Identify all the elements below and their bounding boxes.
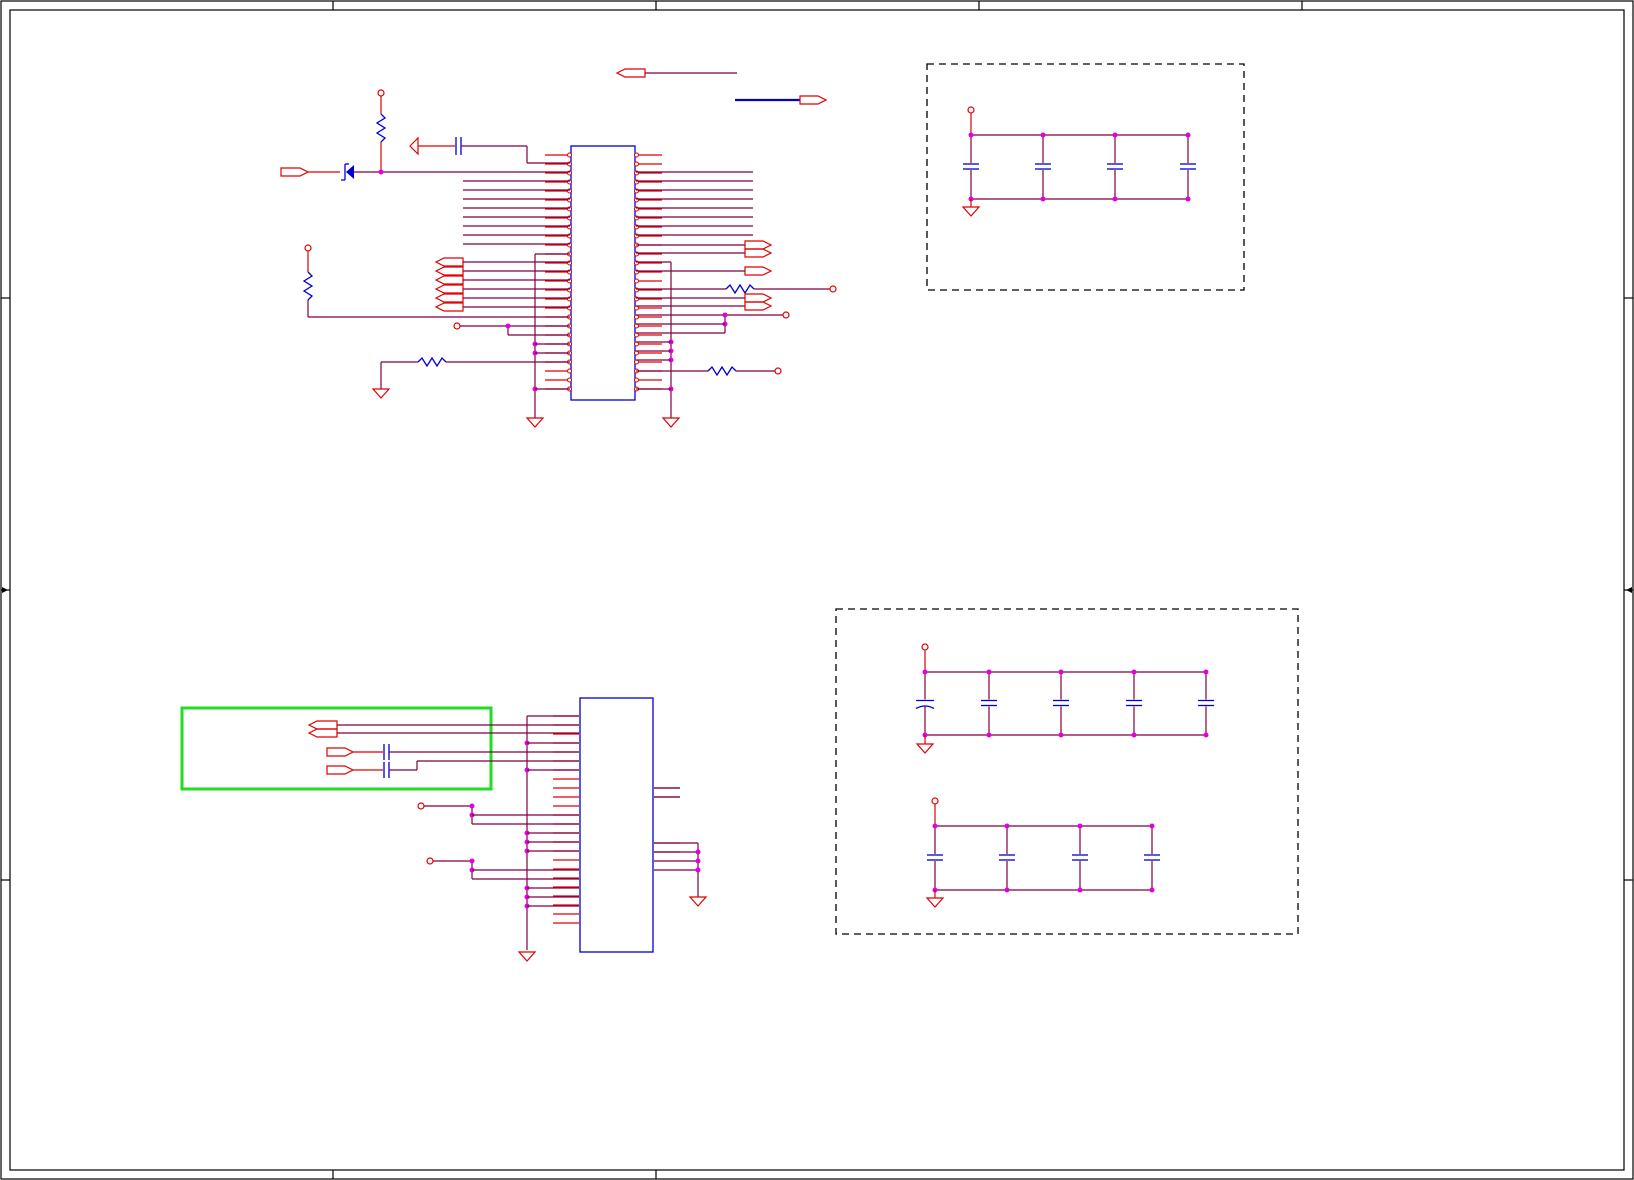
port-right-1 (744, 240, 773, 250)
schematic-sheet (0, 0, 1634, 1180)
resistor-icon (375, 113, 387, 143)
junction-dot (986, 732, 992, 738)
junction-dot (1058, 669, 1064, 675)
diode-icon (341, 163, 354, 181)
ground-icon-7 (915, 743, 935, 754)
ground-icon-4 (961, 206, 981, 217)
port-right-2 (744, 266, 773, 276)
upper-ic-pins (545, 152, 662, 392)
junction-dot (1149, 823, 1155, 829)
junction-dot (968, 132, 974, 138)
junction-dot (1203, 732, 1209, 738)
junction-dot (1149, 887, 1155, 893)
port-left-stack (434, 284, 464, 294)
junction-dot (1131, 732, 1137, 738)
junction-dot (1040, 132, 1046, 138)
resistor-icon-5 (707, 365, 737, 377)
junction-dot (1040, 196, 1046, 202)
resistor-icon-4 (725, 283, 755, 295)
junction-dot (922, 669, 928, 675)
lower-connector (180, 697, 708, 962)
junction-dot (1185, 132, 1191, 138)
upper-right-wiring (636, 171, 837, 428)
port-lower-1 (307, 720, 338, 730)
upper-left-wiring (280, 68, 828, 428)
junction-dot (1077, 823, 1083, 829)
port-top-2 (799, 95, 828, 105)
port-left-stack (434, 266, 464, 276)
junction-dot (1004, 887, 1010, 893)
resistor-icon-3 (417, 356, 447, 368)
ground-arrow-icon (409, 136, 419, 156)
ground-icon-2 (525, 417, 545, 428)
junction-dot (1077, 887, 1083, 893)
port-lower-2 (326, 747, 355, 757)
ground-icon-3 (661, 417, 681, 428)
junction-dot (932, 823, 938, 829)
ground-icon-5 (517, 951, 537, 962)
decoupling-group-bottom (835, 608, 1299, 935)
junction-dot (1058, 732, 1064, 738)
port-input-left (280, 167, 310, 177)
ground-icon-6 (688, 896, 708, 907)
junction-dot (1203, 669, 1209, 675)
junction-dot (1112, 132, 1118, 138)
junction-dot (1112, 196, 1118, 202)
port-right-3 (744, 293, 773, 303)
junction-dot (986, 669, 992, 675)
junction-dot (1004, 823, 1010, 829)
junction-dot (1131, 669, 1137, 675)
decoupling-group-top (926, 63, 1245, 291)
port-left-stack (434, 275, 464, 285)
resistor-icon-2 (302, 271, 314, 301)
port-top-1 (615, 68, 646, 78)
port-lower-3 (326, 765, 355, 775)
port-left-stack (434, 302, 464, 312)
port-left-stack (434, 293, 464, 303)
sheet-frame (0, 0, 1634, 1180)
ground-icon-8 (925, 897, 945, 908)
port-left-stack (434, 257, 464, 267)
ground-icon-1 (371, 388, 391, 399)
junction-dot (1185, 196, 1191, 202)
